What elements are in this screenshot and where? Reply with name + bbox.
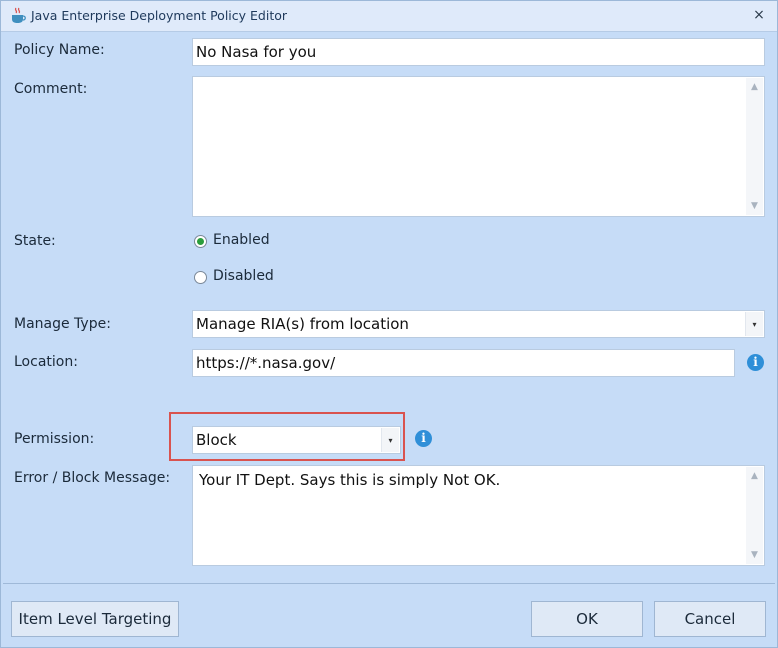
location-label: Location: [14, 354, 78, 370]
state-disabled-radio[interactable] [194, 271, 207, 284]
state-disabled-label[interactable]: Disabled [213, 268, 274, 284]
state-label: State: [14, 233, 56, 249]
comment-label: Comment: [14, 81, 88, 97]
comment-textarea[interactable]: ▲ ▼ [192, 76, 765, 217]
error-message-scrollbar[interactable]: ▲ ▼ [746, 467, 763, 564]
policy-name-value: No Nasa for you [196, 43, 317, 61]
permission-info-icon[interactable]: i [415, 430, 432, 447]
permission-value: Block [196, 431, 237, 449]
footer-separator [3, 583, 775, 584]
manage-type-label: Manage Type: [14, 316, 111, 332]
chevron-down-icon[interactable]: ▾ [745, 312, 763, 336]
scroll-down-icon[interactable]: ▼ [746, 548, 763, 562]
close-button[interactable]: × [749, 5, 769, 25]
item-level-targeting-button[interactable]: Item Level Targeting [11, 601, 179, 637]
location-input[interactable]: https://*.nasa.gov/ [192, 349, 735, 377]
permission-label: Permission: [14, 431, 95, 447]
title-bar: Java Enterprise Deployment Policy Editor… [1, 1, 777, 32]
close-icon[interactable]: × [753, 7, 765, 23]
cancel-button[interactable]: Cancel [654, 601, 766, 637]
error-message-value: Your IT Dept. Says this is simply Not OK… [199, 471, 501, 489]
scroll-up-icon[interactable]: ▲ [746, 469, 763, 483]
policy-editor-dialog: Java Enterprise Deployment Policy Editor… [0, 0, 778, 648]
location-value: https://*.nasa.gov/ [196, 354, 336, 372]
permission-dropdown[interactable]: Block ▾ [192, 426, 401, 454]
ok-button[interactable]: OK [531, 601, 643, 637]
policy-name-input[interactable]: No Nasa for you [192, 38, 765, 66]
java-cup-icon [12, 7, 26, 23]
window-title: Java Enterprise Deployment Policy Editor [31, 8, 288, 23]
manage-type-dropdown[interactable]: Manage RIA(s) from location ▾ [192, 310, 765, 338]
chevron-down-icon[interactable]: ▾ [381, 428, 399, 452]
policy-name-label: Policy Name: [14, 42, 105, 58]
state-enabled-radio[interactable] [194, 235, 207, 248]
scroll-up-icon[interactable]: ▲ [746, 80, 763, 94]
scroll-down-icon[interactable]: ▼ [746, 199, 763, 213]
comment-scrollbar[interactable]: ▲ ▼ [746, 78, 763, 215]
manage-type-value: Manage RIA(s) from location [196, 315, 409, 333]
error-message-textarea[interactable]: Your IT Dept. Says this is simply Not OK… [192, 465, 765, 566]
error-message-label: Error / Block Message: [14, 470, 171, 486]
state-enabled-label[interactable]: Enabled [213, 232, 270, 248]
location-info-icon[interactable]: i [747, 354, 764, 371]
